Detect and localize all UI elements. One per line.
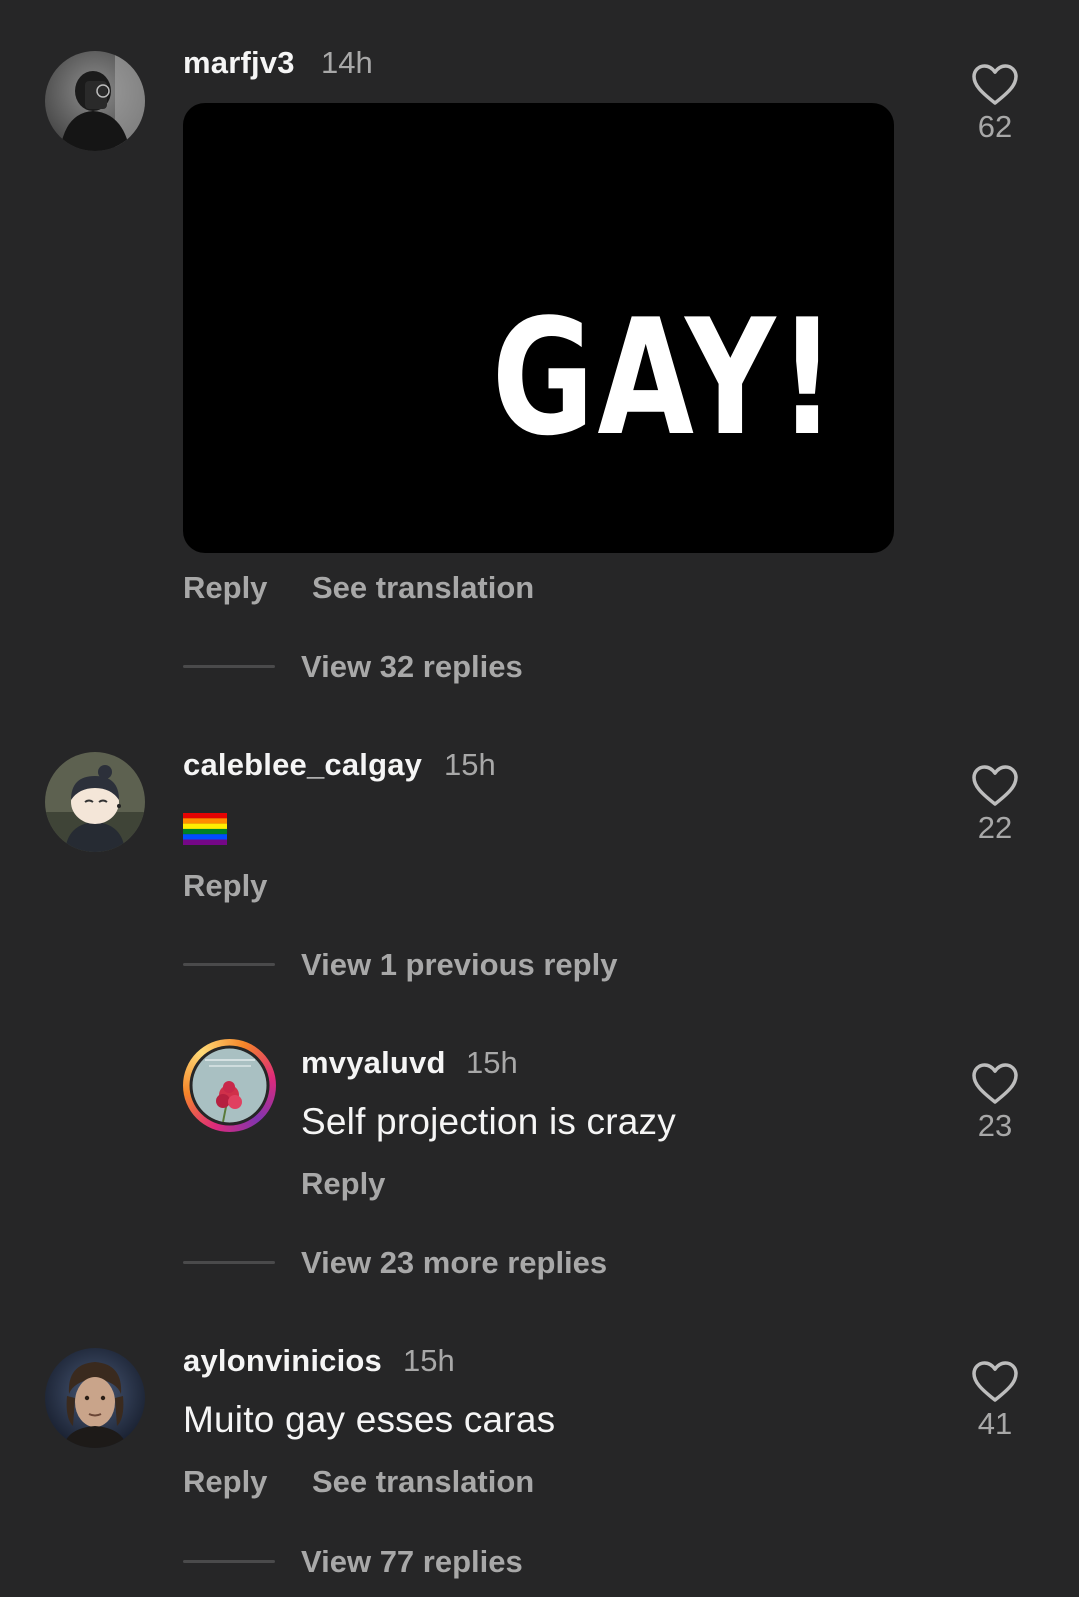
- avatar[interactable]: [45, 1348, 145, 1448]
- avatar-story-ring[interactable]: [183, 1039, 276, 1132]
- thread-line: [183, 665, 275, 668]
- thread-line: [183, 1560, 275, 1563]
- like-button[interactable]: 41: [955, 1360, 1035, 1442]
- view-previous-replies-button[interactable]: View 1 previous reply: [301, 947, 617, 983]
- reply-button[interactable]: Reply: [183, 868, 267, 904]
- comment-timestamp: 15h: [403, 1343, 455, 1378]
- like-button[interactable]: 22: [955, 764, 1035, 846]
- reply-button[interactable]: Reply: [183, 1464, 267, 1500]
- see-translation-button[interactable]: See translation: [312, 1464, 534, 1500]
- comments-screen: marfjv3 14h GAY! Reply See translation V…: [0, 0, 1079, 1597]
- comment-timestamp: 15h: [466, 1045, 518, 1080]
- like-count: 62: [977, 109, 1013, 144]
- thread-line: [183, 1261, 275, 1264]
- heart-icon: [972, 1063, 1018, 1104]
- gif-caption: GAY!: [492, 284, 839, 471]
- reply-button[interactable]: Reply: [301, 1166, 385, 1202]
- avatar[interactable]: [45, 51, 145, 151]
- heart-icon: [972, 64, 1018, 105]
- view-replies-button[interactable]: View 32 replies: [301, 649, 523, 685]
- heart-icon: [972, 1361, 1018, 1402]
- comment-username[interactable]: aylonvinicios: [183, 1343, 382, 1379]
- comment-timestamp: 14h: [321, 45, 373, 80]
- view-more-replies-button[interactable]: View 23 more replies: [301, 1245, 607, 1281]
- like-button[interactable]: 23: [955, 1062, 1035, 1144]
- view-replies-button[interactable]: View 77 replies: [301, 1544, 523, 1580]
- comment-username[interactable]: marfjv3: [183, 45, 295, 81]
- comment-username[interactable]: caleblee_calgay: [183, 747, 422, 783]
- comment-timestamp: 15h: [444, 747, 496, 782]
- like-count: 22: [977, 810, 1013, 845]
- avatar: [189, 1045, 270, 1126]
- like-count: 41: [977, 1406, 1013, 1441]
- avatar[interactable]: [45, 752, 145, 852]
- comment-text: Muito gay esses caras: [183, 1399, 556, 1440]
- like-count: 23: [977, 1108, 1013, 1143]
- comment-username[interactable]: mvyaluvd: [301, 1045, 446, 1081]
- comment-text: Self projection is crazy: [301, 1101, 676, 1142]
- rainbow-flag-icon: [183, 813, 227, 845]
- thread-line: [183, 963, 275, 966]
- heart-icon: [972, 765, 1018, 806]
- see-translation-button[interactable]: See translation: [312, 570, 534, 606]
- like-button[interactable]: 62: [955, 63, 1035, 145]
- comment-gif[interactable]: GAY!: [183, 103, 894, 553]
- reply-button[interactable]: Reply: [183, 570, 267, 606]
